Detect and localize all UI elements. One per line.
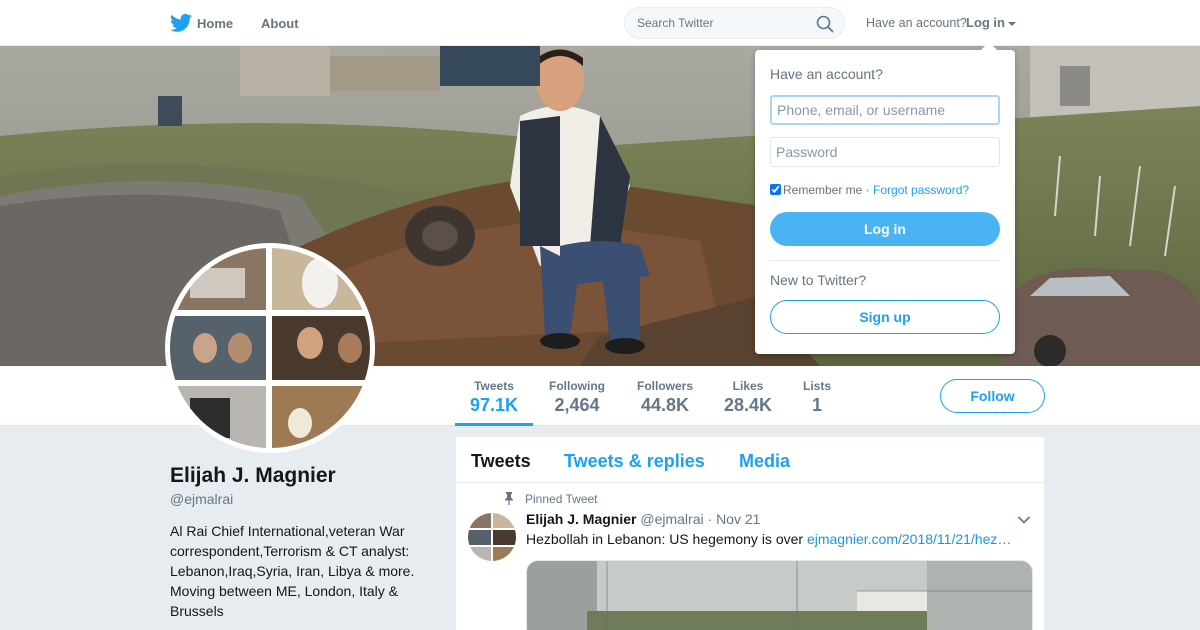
- tweet-avatar-image: [468, 513, 516, 561]
- stat-label: Following: [549, 379, 605, 393]
- tab-media[interactable]: Media: [739, 451, 790, 472]
- tweet-date[interactable]: Nov 21: [716, 511, 760, 527]
- remember-me-row: Remember me · Forgot password?: [770, 183, 969, 197]
- signup-button[interactable]: Sign up: [770, 300, 1000, 334]
- login-dropdown: Have an account? Remember me · Forgot pa…: [755, 42, 1015, 354]
- stat-value: 2,464: [554, 395, 600, 415]
- profile-avatar[interactable]: [165, 243, 375, 453]
- tweet-link[interactable]: ejmagnier.com/2018/11/21/hez…: [807, 531, 1011, 547]
- login-dropdown-toggle[interactable]: Log in: [966, 15, 1016, 30]
- login-button[interactable]: Log in: [770, 212, 1000, 246]
- chevron-down-icon[interactable]: [1017, 515, 1031, 525]
- search-box[interactable]: [624, 7, 845, 39]
- stat-label: Followers: [636, 379, 693, 393]
- nav-home-link[interactable]: Home: [197, 16, 233, 31]
- top-nav: Home About Have an account? Log in: [0, 0, 1200, 46]
- timeline: Tweets Tweets & replies Media Pinned Twe…: [456, 437, 1044, 630]
- search-icon[interactable]: [816, 15, 834, 33]
- tweet-separator: ·: [707, 511, 713, 527]
- stat-value: 1: [811, 395, 822, 415]
- tweet-avatar[interactable]: [468, 513, 516, 561]
- tab-tweets-replies[interactable]: Tweets & replies: [564, 451, 705, 472]
- stat-label: Likes: [732, 379, 764, 393]
- stat-value: 97.1K: [469, 395, 519, 415]
- stat-value: 28.4K: [723, 395, 773, 415]
- divider: [770, 260, 1000, 261]
- tweet-body: Hezbollah in Lebanon: US hegemony is ove…: [526, 531, 807, 547]
- tweet-media-image: [527, 561, 1032, 630]
- twitter-bird-icon[interactable]: [170, 13, 192, 33]
- avatar-collage: [170, 248, 370, 448]
- search-input[interactable]: [637, 16, 807, 30]
- remember-separator: ·: [862, 183, 874, 197]
- stat-tweets[interactable]: Tweets 97.1K: [455, 366, 533, 426]
- stat-value: 44.8K: [640, 395, 690, 415]
- pinned-tweet-label: Pinned Tweet: [525, 492, 598, 506]
- tweet-text: Hezbollah in Lebanon: US hegemony is ove…: [526, 531, 1011, 547]
- forgot-password-link[interactable]: Forgot password?: [873, 183, 969, 197]
- tweet-author-name[interactable]: Elijah J. Magnier: [526, 511, 636, 527]
- stat-label: Tweets: [474, 379, 514, 393]
- follow-button[interactable]: Follow: [940, 379, 1045, 413]
- tab-tweets[interactable]: Tweets: [471, 451, 531, 472]
- stat-lists[interactable]: Lists 1: [795, 366, 839, 426]
- tweet-media[interactable]: [526, 560, 1033, 630]
- tweet-header: Elijah J. Magnier @ejmalrai · Nov 21: [526, 511, 760, 527]
- stat-likes[interactable]: Likes 28.4K: [718, 366, 778, 426]
- password-field[interactable]: [770, 137, 1000, 167]
- profile-bio: Al Rai Chief International,veteran War c…: [170, 523, 415, 619]
- caret-down-icon: [1008, 21, 1016, 26]
- remember-me-label[interactable]: Remember me: [783, 183, 862, 197]
- login-dropdown-title: Have an account?: [770, 66, 883, 82]
- stat-followers[interactable]: Followers 44.8K: [628, 366, 702, 426]
- tweet-author-handle[interactable]: @ejmalrai: [640, 511, 703, 527]
- stat-following[interactable]: Following 2,464: [540, 366, 614, 426]
- timeline-tabs: Tweets Tweets & replies Media: [456, 437, 1044, 483]
- new-to-twitter-text: New to Twitter?: [770, 272, 867, 288]
- profile-name[interactable]: Elijah J. Magnier: [170, 464, 336, 488]
- have-account-text: Have an account?: [866, 16, 967, 30]
- pin-icon: [505, 492, 513, 505]
- nav-about-link[interactable]: About: [261, 16, 299, 31]
- stat-label: Lists: [802, 379, 831, 393]
- profile-handle[interactable]: @ejmalrai: [170, 491, 233, 507]
- username-field[interactable]: [770, 95, 1000, 125]
- remember-me-checkbox[interactable]: [770, 184, 781, 195]
- login-link-label: Log in: [966, 15, 1005, 30]
